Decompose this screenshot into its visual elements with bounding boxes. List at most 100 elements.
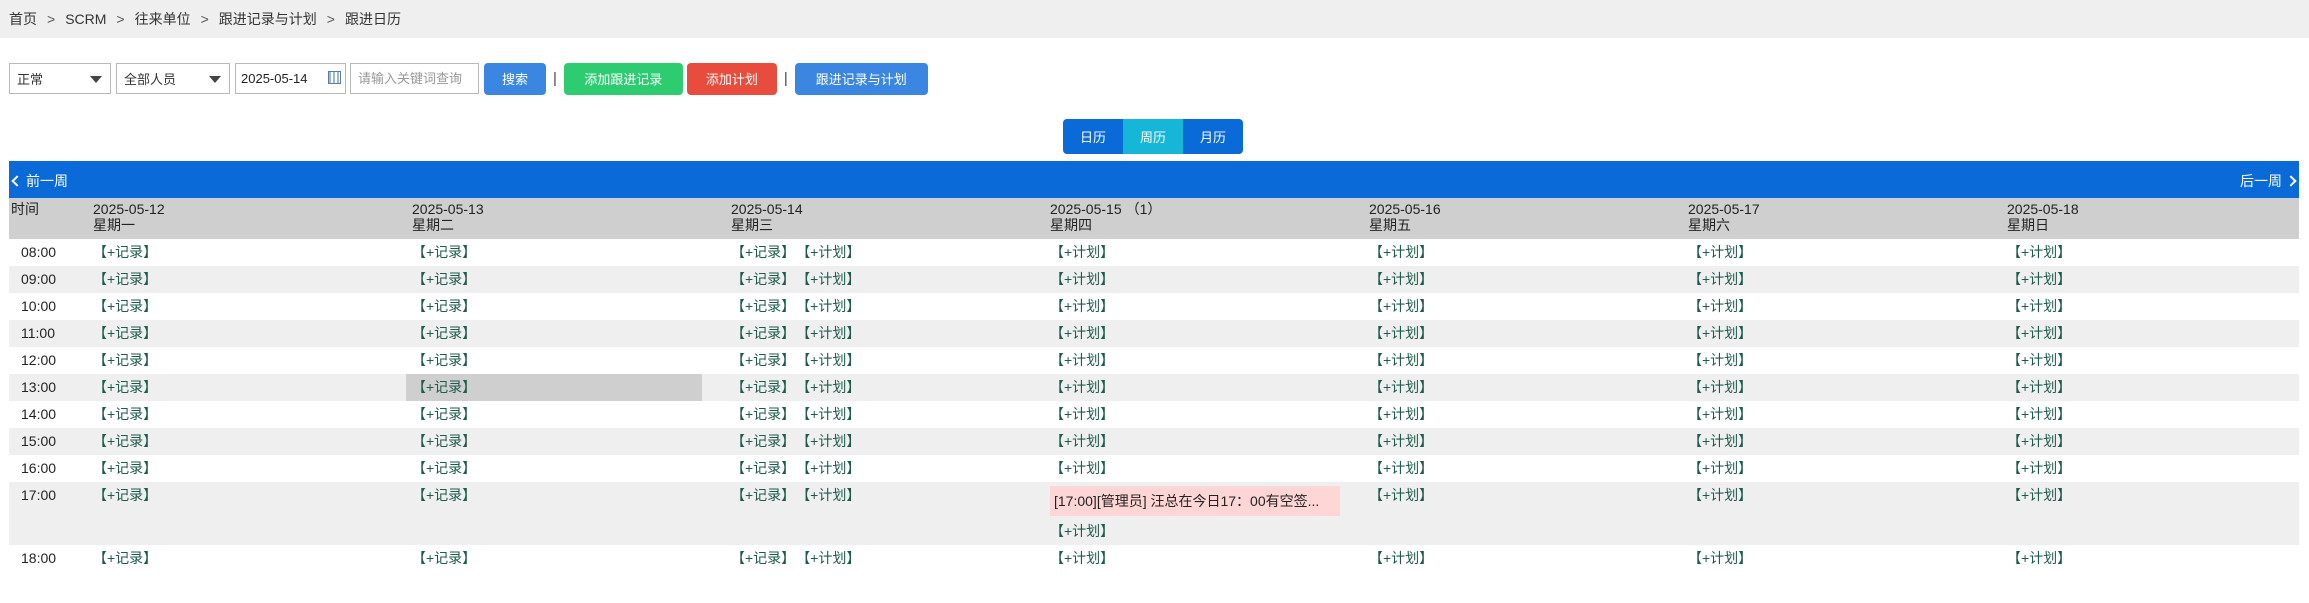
add-record-link[interactable]: 【+记录】 [412,244,476,260]
calendar-cell[interactable]: 【+计划】 [2007,374,2299,401]
add-plan-link[interactable]: 【+计划】 [1369,460,1433,476]
add-plan-link[interactable]: 【+计划】 [1688,460,1752,476]
add-plan-link[interactable]: 【+计划】 [803,244,860,260]
calendar-cell[interactable]: 【+计划】 [2007,320,2299,347]
add-plan-link[interactable]: 【+计划】 [1369,379,1433,395]
calendar-cell[interactable]: 【+记录】 [93,320,412,347]
calendar-cell[interactable]: 【+计划】 [1050,320,1369,347]
calendar-cell[interactable]: 【+计划】 [2007,266,2299,293]
add-record-link[interactable]: 【+记录】 [412,406,476,422]
calendar-cell[interactable]: [17:00][管理员] 汪总在今日17：00有空签... 【+计划】 [1050,482,1369,545]
calendar-cell[interactable]: 【+计划】 [1688,347,2007,374]
add-record-link[interactable]: 【+记录】 [412,298,476,314]
add-record-link[interactable]: 【+记录】 [93,298,157,314]
add-record-link[interactable]: 【+记录】 [731,271,795,287]
add-plan-button[interactable]: 添加计划 [686,62,777,95]
add-record-link[interactable]: 【+记录】 [412,433,476,449]
calendar-cell[interactable]: 【+记录】 【+计划】 [731,374,1050,401]
calendar-cell[interactable]: 【+记录】 【+计划】 [731,482,1050,545]
calendar-cell[interactable]: 【+记录】 [412,428,731,455]
add-plan-link[interactable]: 【+计划】 [803,352,860,368]
add-plan-link[interactable]: 【+计划】 [2007,460,2071,476]
add-plan-link[interactable]: 【+计划】 [2007,352,2071,368]
calendar-cell[interactable]: 【+计划】 [1369,401,1688,428]
calendar-cell[interactable]: 【+计划】 [2007,239,2299,266]
add-plan-link[interactable]: 【+计划】 [1050,523,1114,539]
add-record-link[interactable]: 【+记录】 [93,460,157,476]
add-plan-link[interactable]: 【+计划】 [1688,298,1752,314]
calendar-cell[interactable]: 【+计划】 [1369,482,1688,545]
view-tab[interactable]: 月历 [1183,119,1243,154]
calendar-cell[interactable]: 【+记录】 【+计划】 [731,239,1050,266]
add-plan-link[interactable]: 【+计划】 [1369,352,1433,368]
calendar-cell[interactable]: 【+计划】 [2007,545,2299,572]
calendar-cell[interactable]: 【+计划】 [2007,347,2299,374]
calendar-cell[interactable]: 【+计划】 [1369,545,1688,572]
calendar-icon[interactable] [328,71,341,84]
add-record-link[interactable]: 【+记录】 [93,379,157,395]
calendar-cell[interactable]: 【+计划】 [1688,545,2007,572]
view-tab[interactable]: 周历 [1123,119,1183,154]
calendar-cell[interactable]: 【+计划】 [2007,428,2299,455]
calendar-cell[interactable]: 【+记录】 【+计划】 [731,401,1050,428]
add-plan-link[interactable]: 【+计划】 [1688,244,1752,260]
calendar-cell[interactable]: 【+计划】 [1688,293,2007,320]
add-record-link[interactable]: 【+记录】 [93,487,157,503]
person-select[interactable]: 全部人员 [116,63,230,94]
calendar-cell[interactable]: 【+计划】 [1050,374,1369,401]
calendar-cell[interactable]: 【+计划】 [1050,401,1369,428]
add-plan-link[interactable]: 【+计划】 [1369,406,1433,422]
calendar-cell[interactable]: 【+记录】 [412,293,731,320]
calendar-cell[interactable]: 【+记录】 [93,428,412,455]
breadcrumb-item[interactable]: 往来单位 [135,9,191,29]
calendar-cell[interactable]: 【+记录】 [412,320,731,347]
calendar-cell[interactable]: 【+记录】 [93,266,412,293]
calendar-cell[interactable]: 【+计划】 [1369,293,1688,320]
add-plan-link[interactable]: 【+计划】 [1688,352,1752,368]
add-record-link[interactable]: 【+记录】 [412,352,476,368]
add-record-link[interactable]: 【+记录】 [93,406,157,422]
add-record-link[interactable]: 【+记录】 [731,406,795,422]
add-plan-link[interactable]: 【+计划】 [1050,406,1114,422]
calendar-cell[interactable]: 【+计划】 [1688,428,2007,455]
breadcrumb-item[interactable]: SCRM [65,11,106,27]
add-plan-link[interactable]: 【+计划】 [803,433,860,449]
add-plan-link[interactable]: 【+计划】 [803,550,860,566]
calendar-cell[interactable]: 【+计划】 [2007,455,2299,482]
calendar-cell[interactable]: 【+记录】 [412,545,731,572]
calendar-cell[interactable]: 【+记录】 【+计划】 [731,428,1050,455]
add-plan-link[interactable]: 【+计划】 [2007,406,2071,422]
add-record-link[interactable]: 【+记录】 [412,325,476,341]
add-plan-link[interactable]: 【+计划】 [1050,352,1114,368]
add-record-link[interactable]: 【+记录】 [93,352,157,368]
calendar-cell[interactable]: 【+计划】 [1369,239,1688,266]
add-record-link[interactable]: 【+记录】 [412,487,476,503]
calendar-cell[interactable]: 【+记录】 【+计划】 [731,266,1050,293]
calendar-cell[interactable]: 【+记录】 [93,401,412,428]
add-plan-link[interactable]: 【+计划】 [803,271,860,287]
calendar-cell[interactable]: 【+记录】 [412,401,731,428]
add-plan-link[interactable]: 【+计划】 [1688,550,1752,566]
add-plan-link[interactable]: 【+计划】 [1369,325,1433,341]
calendar-cell[interactable]: 【+计划】 [1050,428,1369,455]
add-record-link[interactable]: 【+记录】 [731,460,795,476]
breadcrumb-item[interactable]: 跟进日历 [345,9,401,29]
calendar-cell[interactable]: 【+记录】 [412,455,731,482]
add-plan-link[interactable]: 【+计划】 [2007,487,2071,503]
calendar-cell[interactable]: 【+计划】 [1369,347,1688,374]
calendar-cell[interactable]: 【+记录】 [93,347,412,374]
add-record-link[interactable]: 【+记录】 [412,379,476,395]
add-record-link[interactable]: 【+记录】 [731,433,795,449]
add-record-link[interactable]: 【+记录】 [93,271,157,287]
calendar-cell[interactable]: 【+记录】 [93,455,412,482]
next-week-link[interactable]: 后一周 [2240,171,2297,191]
calendar-cell[interactable]: 【+计划】 [1688,266,2007,293]
add-record-link[interactable]: 【+记录】 [731,352,795,368]
add-plan-link[interactable]: 【+计划】 [1688,379,1752,395]
add-record-link[interactable]: 【+记录】 [93,244,157,260]
add-record-link[interactable]: 【+记录】 [93,325,157,341]
calendar-cell[interactable]: 【+计划】 [1050,293,1369,320]
calendar-cell[interactable]: 【+计划】 [2007,401,2299,428]
event-item[interactable]: [17:00][管理员] 汪总在今日17：00有空签... [1050,486,1340,516]
add-plan-link[interactable]: 【+计划】 [2007,271,2071,287]
